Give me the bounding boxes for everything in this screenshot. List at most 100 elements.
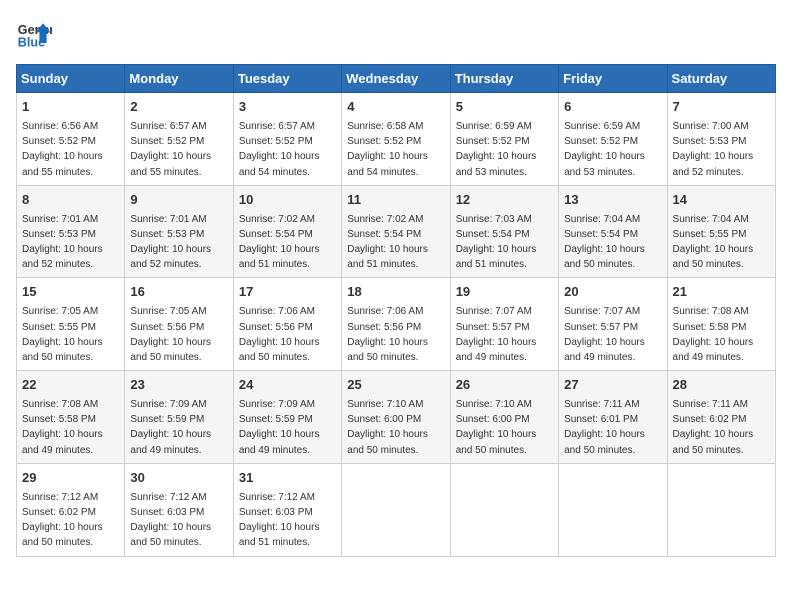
day-number: 19 [456,283,553,302]
day-number: 25 [347,376,444,395]
day-info: Sunrise: 7:08 AMSunset: 5:58 PMDaylight:… [22,399,103,456]
day-number: 2 [130,98,227,117]
day-number: 9 [130,191,227,210]
calendar-cell: 26 Sunrise: 7:10 AMSunset: 6:00 PMDaylig… [450,371,558,464]
day-info: Sunrise: 7:09 AMSunset: 5:59 PMDaylight:… [239,399,320,456]
day-number: 10 [239,191,336,210]
day-info: Sunrise: 7:04 AMSunset: 5:54 PMDaylight:… [564,214,645,271]
calendar-cell: 9 Sunrise: 7:01 AMSunset: 5:53 PMDayligh… [125,185,233,278]
calendar-week-row: 8 Sunrise: 7:01 AMSunset: 5:53 PMDayligh… [17,185,776,278]
calendar-cell: 17 Sunrise: 7:06 AMSunset: 5:56 PMDaylig… [233,278,341,371]
weekday-header-sunday: Sunday [17,65,125,93]
day-number: 11 [347,191,444,210]
day-info: Sunrise: 7:06 AMSunset: 5:56 PMDaylight:… [239,306,320,363]
calendar-cell: 15 Sunrise: 7:05 AMSunset: 5:55 PMDaylig… [17,278,125,371]
calendar-week-row: 1 Sunrise: 6:56 AMSunset: 5:52 PMDayligh… [17,93,776,186]
calendar-cell [450,463,558,556]
day-number: 6 [564,98,661,117]
day-number: 29 [22,469,119,488]
calendar-cell: 5 Sunrise: 6:59 AMSunset: 5:52 PMDayligh… [450,93,558,186]
weekday-header-monday: Monday [125,65,233,93]
calendar-cell: 29 Sunrise: 7:12 AMSunset: 6:02 PMDaylig… [17,463,125,556]
header: General Blue [16,16,776,52]
day-info: Sunrise: 7:01 AMSunset: 5:53 PMDaylight:… [130,214,211,271]
day-info: Sunrise: 7:06 AMSunset: 5:56 PMDaylight:… [347,306,428,363]
day-number: 22 [22,376,119,395]
day-number: 14 [673,191,770,210]
weekday-header-wednesday: Wednesday [342,65,450,93]
calendar-cell: 6 Sunrise: 6:59 AMSunset: 5:52 PMDayligh… [559,93,667,186]
day-info: Sunrise: 6:59 AMSunset: 5:52 PMDaylight:… [564,121,645,178]
day-info: Sunrise: 7:12 AMSunset: 6:03 PMDaylight:… [239,492,320,549]
day-number: 30 [130,469,227,488]
day-info: Sunrise: 7:02 AMSunset: 5:54 PMDaylight:… [239,214,320,271]
calendar-week-row: 29 Sunrise: 7:12 AMSunset: 6:02 PMDaylig… [17,463,776,556]
calendar-week-row: 22 Sunrise: 7:08 AMSunset: 5:58 PMDaylig… [17,371,776,464]
calendar-table: SundayMondayTuesdayWednesdayThursdayFrid… [16,64,776,557]
day-info: Sunrise: 7:12 AMSunset: 6:02 PMDaylight:… [22,492,103,549]
calendar-cell: 7 Sunrise: 7:00 AMSunset: 5:53 PMDayligh… [667,93,775,186]
day-info: Sunrise: 6:57 AMSunset: 5:52 PMDaylight:… [130,121,211,178]
day-info: Sunrise: 7:12 AMSunset: 6:03 PMDaylight:… [130,492,211,549]
day-info: Sunrise: 7:10 AMSunset: 6:00 PMDaylight:… [456,399,537,456]
day-number: 5 [456,98,553,117]
calendar-cell: 14 Sunrise: 7:04 AMSunset: 5:55 PMDaylig… [667,185,775,278]
calendar-cell [342,463,450,556]
calendar-cell: 11 Sunrise: 7:02 AMSunset: 5:54 PMDaylig… [342,185,450,278]
calendar-cell: 2 Sunrise: 6:57 AMSunset: 5:52 PMDayligh… [125,93,233,186]
calendar-cell: 30 Sunrise: 7:12 AMSunset: 6:03 PMDaylig… [125,463,233,556]
calendar-cell: 28 Sunrise: 7:11 AMSunset: 6:02 PMDaylig… [667,371,775,464]
calendar-header-row: SundayMondayTuesdayWednesdayThursdayFrid… [17,65,776,93]
day-info: Sunrise: 7:02 AMSunset: 5:54 PMDaylight:… [347,214,428,271]
calendar-cell: 12 Sunrise: 7:03 AMSunset: 5:54 PMDaylig… [450,185,558,278]
calendar-cell: 27 Sunrise: 7:11 AMSunset: 6:01 PMDaylig… [559,371,667,464]
day-number: 16 [130,283,227,302]
calendar-cell: 13 Sunrise: 7:04 AMSunset: 5:54 PMDaylig… [559,185,667,278]
day-number: 27 [564,376,661,395]
day-number: 13 [564,191,661,210]
day-number: 17 [239,283,336,302]
day-info: Sunrise: 7:05 AMSunset: 5:55 PMDaylight:… [22,306,103,363]
calendar-cell: 22 Sunrise: 7:08 AMSunset: 5:58 PMDaylig… [17,371,125,464]
calendar-cell: 23 Sunrise: 7:09 AMSunset: 5:59 PMDaylig… [125,371,233,464]
day-info: Sunrise: 7:07 AMSunset: 5:57 PMDaylight:… [456,306,537,363]
day-info: Sunrise: 6:59 AMSunset: 5:52 PMDaylight:… [456,121,537,178]
logo-icon: General Blue [16,16,52,52]
calendar-cell: 16 Sunrise: 7:05 AMSunset: 5:56 PMDaylig… [125,278,233,371]
day-info: Sunrise: 7:00 AMSunset: 5:53 PMDaylight:… [673,121,754,178]
day-info: Sunrise: 7:03 AMSunset: 5:54 PMDaylight:… [456,214,537,271]
day-number: 18 [347,283,444,302]
day-info: Sunrise: 7:09 AMSunset: 5:59 PMDaylight:… [130,399,211,456]
calendar-cell: 21 Sunrise: 7:08 AMSunset: 5:58 PMDaylig… [667,278,775,371]
day-number: 31 [239,469,336,488]
day-info: Sunrise: 7:05 AMSunset: 5:56 PMDaylight:… [130,306,211,363]
day-info: Sunrise: 6:56 AMSunset: 5:52 PMDaylight:… [22,121,103,178]
calendar-cell [559,463,667,556]
day-info: Sunrise: 7:01 AMSunset: 5:53 PMDaylight:… [22,214,103,271]
calendar-cell: 19 Sunrise: 7:07 AMSunset: 5:57 PMDaylig… [450,278,558,371]
day-number: 8 [22,191,119,210]
day-info: Sunrise: 7:04 AMSunset: 5:55 PMDaylight:… [673,214,754,271]
day-number: 28 [673,376,770,395]
logo: General Blue [16,16,52,52]
calendar-cell: 25 Sunrise: 7:10 AMSunset: 6:00 PMDaylig… [342,371,450,464]
weekday-header-saturday: Saturday [667,65,775,93]
day-info: Sunrise: 6:58 AMSunset: 5:52 PMDaylight:… [347,121,428,178]
day-number: 23 [130,376,227,395]
day-number: 26 [456,376,553,395]
day-number: 4 [347,98,444,117]
calendar-cell: 3 Sunrise: 6:57 AMSunset: 5:52 PMDayligh… [233,93,341,186]
weekday-header-tuesday: Tuesday [233,65,341,93]
calendar-cell: 31 Sunrise: 7:12 AMSunset: 6:03 PMDaylig… [233,463,341,556]
day-info: Sunrise: 7:10 AMSunset: 6:00 PMDaylight:… [347,399,428,456]
day-number: 20 [564,283,661,302]
weekday-header-friday: Friday [559,65,667,93]
day-info: Sunrise: 7:11 AMSunset: 6:02 PMDaylight:… [673,399,754,456]
day-number: 3 [239,98,336,117]
day-number: 21 [673,283,770,302]
day-number: 7 [673,98,770,117]
calendar-week-row: 15 Sunrise: 7:05 AMSunset: 5:55 PMDaylig… [17,278,776,371]
day-info: Sunrise: 7:07 AMSunset: 5:57 PMDaylight:… [564,306,645,363]
day-number: 1 [22,98,119,117]
day-info: Sunrise: 7:11 AMSunset: 6:01 PMDaylight:… [564,399,645,456]
